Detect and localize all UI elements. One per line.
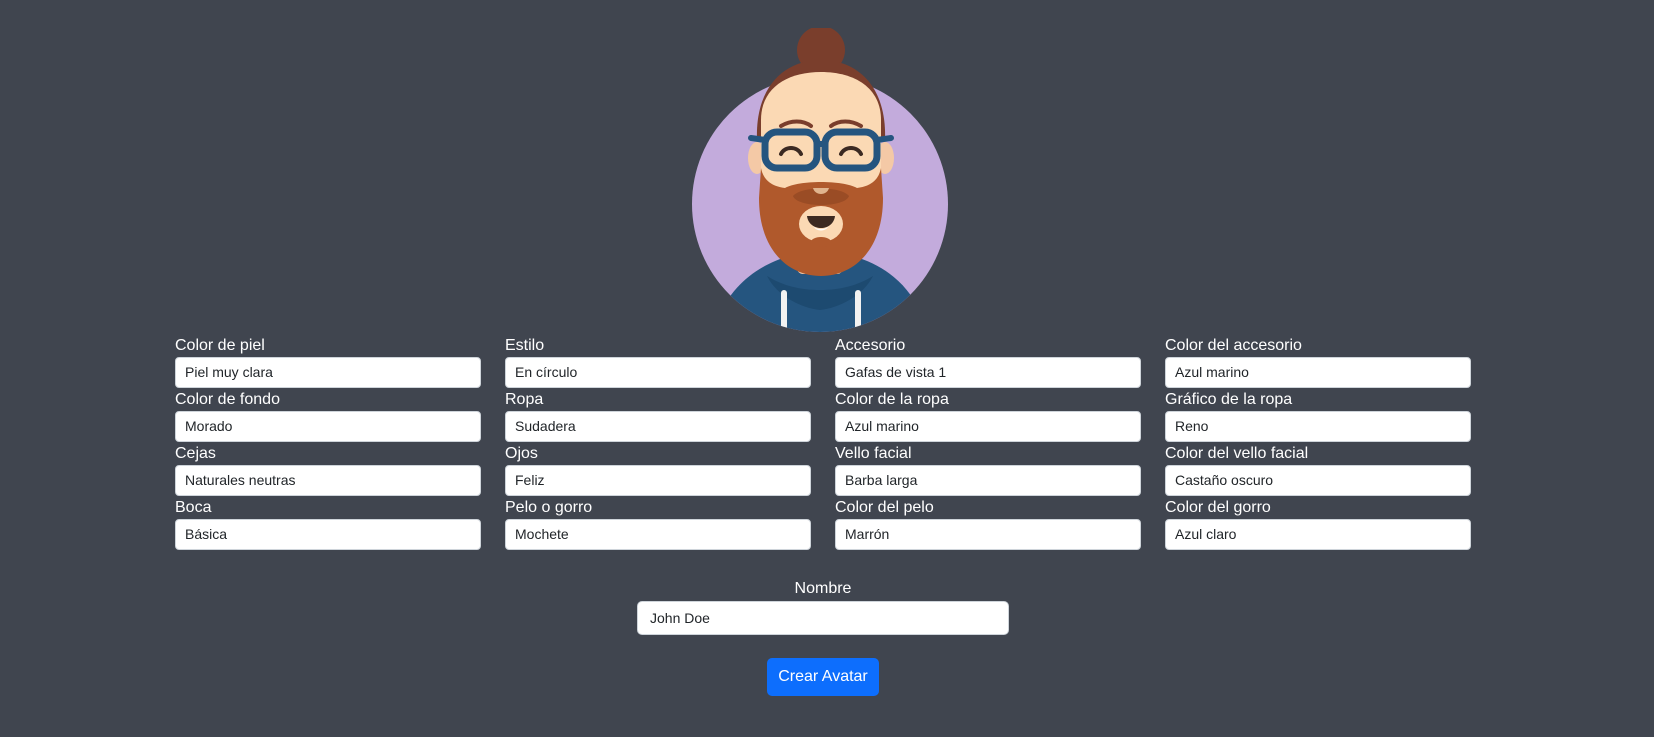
field-label: Vello facial (835, 445, 912, 462)
eyebrows-select[interactable]: Naturales neutras (175, 465, 481, 496)
field-label: Boca (175, 499, 212, 516)
style-select[interactable]: En círculo (505, 357, 811, 388)
name-section: Nombre (637, 579, 1009, 635)
field-label: Estilo (505, 337, 545, 354)
avatar-options-grid: Color de piel Piel muy clara Estilo En c… (175, 336, 1472, 550)
field-label: Gráfico de la ropa (1165, 391, 1293, 408)
field-hat-color: Color del gorro Azul claro (1165, 498, 1471, 550)
avatar-illustration-icon (692, 28, 948, 332)
field-label: Color del accesorio (1165, 337, 1302, 354)
facial-hair-select[interactable]: Barba larga (835, 465, 1141, 496)
field-label: Color de fondo (175, 391, 280, 408)
background-color-select[interactable]: Morado (175, 411, 481, 442)
field-label: Color de piel (175, 337, 265, 354)
accessory-color-select[interactable]: Azul marino (1165, 357, 1471, 388)
clothing-select[interactable]: Sudadera (505, 411, 811, 442)
name-label: Nombre (794, 580, 852, 597)
eyes-select[interactable]: Feliz (505, 465, 811, 496)
field-style: Estilo En círculo (505, 336, 811, 388)
field-hair-or-hat: Pelo o gorro Mochete (505, 498, 811, 550)
field-accessory: Accesorio Gafas de vista 1 (835, 336, 1141, 388)
field-clothing-color: Color de la ropa Azul marino (835, 390, 1141, 442)
field-label: Color del vello facial (1165, 445, 1309, 462)
accessory-select[interactable]: Gafas de vista 1 (835, 357, 1141, 388)
facial-hair-color-select[interactable]: Castaño oscuro (1165, 465, 1471, 496)
field-label: Color del gorro (1165, 499, 1271, 516)
field-facial-hair: Vello facial Barba larga (835, 444, 1141, 496)
skin-color-select[interactable]: Piel muy clara (175, 357, 481, 388)
field-skin-color: Color de piel Piel muy clara (175, 336, 481, 388)
create-avatar-button[interactable]: Crear Avatar (767, 658, 879, 696)
field-facial-hair-color: Color del vello facial Castaño oscuro (1165, 444, 1471, 496)
field-label: Color de la ropa (835, 391, 949, 408)
name-input[interactable] (637, 601, 1009, 635)
field-label: Color del pelo (835, 499, 934, 516)
field-mouth: Boca Básica (175, 498, 481, 550)
hair-color-select[interactable]: Marrón (835, 519, 1141, 550)
hat-color-select[interactable]: Azul claro (1165, 519, 1471, 550)
field-eyes: Ojos Feliz (505, 444, 811, 496)
clothing-graphic-select[interactable]: Reno (1165, 411, 1471, 442)
mouth-select[interactable]: Básica (175, 519, 481, 550)
field-label: Ropa (505, 391, 544, 408)
field-label: Accesorio (835, 337, 906, 354)
field-clothing-graphic: Gráfico de la ropa Reno (1165, 390, 1471, 442)
hair-or-hat-select[interactable]: Mochete (505, 519, 811, 550)
field-eyebrows: Cejas Naturales neutras (175, 444, 481, 496)
field-label: Cejas (175, 445, 216, 462)
field-accessory-color: Color del accesorio Azul marino (1165, 336, 1471, 388)
field-clothing: Ropa Sudadera (505, 390, 811, 442)
field-label: Ojos (505, 445, 538, 462)
clothing-color-select[interactable]: Azul marino (835, 411, 1141, 442)
avatar-preview (689, 28, 953, 336)
field-label: Pelo o gorro (505, 499, 593, 516)
field-background-color: Color de fondo Morado (175, 390, 481, 442)
field-hair-color: Color del pelo Marrón (835, 498, 1141, 550)
